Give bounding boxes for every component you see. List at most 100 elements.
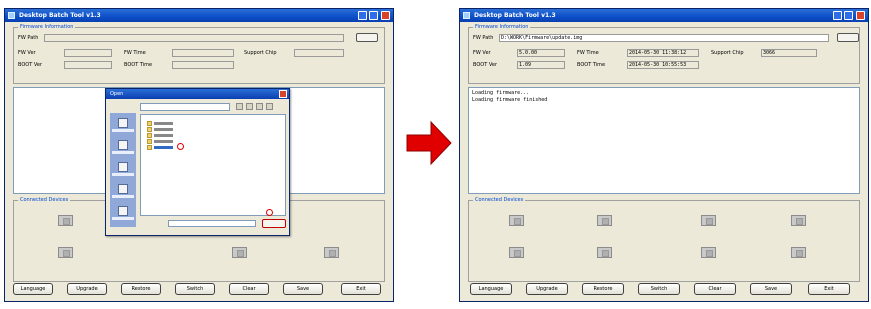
list-item[interactable] (147, 127, 173, 132)
connected-devices-label: Connected Devices (18, 197, 71, 203)
documents-icon (118, 162, 128, 172)
device-slot (701, 215, 716, 226)
save-button[interactable]: Save (283, 283, 323, 295)
folder-icon (147, 121, 152, 126)
device-slot (791, 247, 806, 258)
file-list (140, 114, 286, 216)
left-command-buttons: Language Upgrade Restore Switch Clear Sa… (11, 283, 387, 295)
right-app-window: Desktop Batch Tool v1.3 Firmware Informa… (459, 8, 869, 302)
fw-ver-field (64, 49, 112, 57)
boot-ver-field (64, 61, 112, 69)
new-folder-icon[interactable] (256, 103, 263, 110)
device-slot (324, 247, 339, 258)
fw-path-field: D:\WORK\Firmware\update.img (499, 34, 829, 42)
upgrade-button[interactable]: Upgrade (526, 283, 568, 295)
left-app-window: Desktop Batch Tool v1.3 Firmware Informa… (4, 8, 394, 302)
device-slot (597, 247, 612, 258)
upgrade-button[interactable]: Upgrade (67, 283, 107, 295)
right-title-bar: Desktop Batch Tool v1.3 (460, 9, 868, 22)
fw-time-label: FW Time (124, 50, 146, 56)
left-window-title: Desktop Batch Tool v1.3 (19, 12, 101, 19)
language-button[interactable]: Language (13, 283, 53, 295)
folder-icon (147, 127, 152, 132)
maximize-icon[interactable] (369, 11, 378, 20)
maximize-icon[interactable] (844, 11, 853, 20)
exit-button[interactable]: Exit (341, 283, 381, 295)
look-in-dropdown[interactable] (140, 103, 230, 111)
open-button[interactable] (262, 219, 286, 228)
app-icon (463, 12, 470, 19)
log-line: Loading firmware finished (472, 97, 548, 103)
place-network[interactable] (112, 205, 134, 225)
support-chip-label: Support Chip (244, 50, 277, 56)
fw-path-label: FW Path (473, 35, 494, 41)
desktop-icon (118, 140, 128, 150)
minimize-icon[interactable] (833, 11, 842, 20)
red-arrow-icon (406, 120, 452, 166)
list-item-selected[interactable] (147, 145, 173, 150)
device-slot (509, 215, 524, 226)
switch-button[interactable]: Switch (638, 283, 680, 295)
switch-button[interactable]: Switch (175, 283, 215, 295)
fw-time-field: 2014-05-30 11:38:12 (627, 49, 699, 57)
fw-time-label: FW Time (577, 50, 599, 56)
close-icon[interactable] (381, 11, 390, 20)
dialog-title: Open (110, 91, 124, 97)
place-recent[interactable] (112, 117, 134, 137)
boot-time-field (172, 61, 234, 69)
computer-icon (118, 184, 128, 194)
firmware-info-group: Firmware Information FW Path FW Ver FW T… (13, 24, 385, 84)
boot-time-field: 2014-05-30 10:55:53 (627, 61, 699, 69)
restore-button[interactable]: Restore (582, 283, 624, 295)
list-item[interactable] (147, 121, 173, 126)
right-log-area: Loading firmware... Loading firmware fin… (468, 87, 860, 194)
clear-button[interactable]: Clear (229, 283, 269, 295)
device-slot (509, 247, 524, 258)
list-item[interactable] (147, 133, 173, 138)
file-icon (147, 139, 152, 144)
up-folder-icon[interactable] (246, 103, 253, 110)
boot-ver-label: BOOT Ver (473, 62, 498, 68)
save-button[interactable]: Save (750, 283, 792, 295)
dialog-title-bar: Open (106, 89, 289, 99)
place-desktop[interactable] (112, 139, 134, 159)
place-documents[interactable] (112, 161, 134, 181)
device-slot (701, 247, 716, 258)
network-icon (118, 206, 128, 216)
browse-button[interactable] (837, 33, 859, 42)
minimize-icon[interactable] (358, 11, 367, 20)
right-command-buttons: Language Upgrade Restore Switch Clear Sa… (466, 283, 862, 295)
back-icon[interactable] (236, 103, 243, 110)
firmware-info-label: Firmware Information (18, 24, 76, 30)
step-marker-2 (266, 209, 273, 216)
exit-button[interactable]: Exit (808, 283, 850, 295)
left-title-bar: Desktop Batch Tool v1.3 (5, 9, 393, 22)
close-icon[interactable] (856, 11, 865, 20)
app-icon (8, 12, 15, 19)
device-slot (58, 247, 73, 258)
support-chip-field (294, 49, 344, 57)
list-item[interactable] (147, 139, 173, 144)
support-chip-label: Support Chip (711, 50, 744, 56)
restore-button[interactable]: Restore (121, 283, 161, 295)
browse-button[interactable] (356, 33, 378, 42)
view-menu-icon[interactable] (266, 103, 273, 110)
fw-path-field (44, 34, 344, 42)
open-file-dialog: Open (105, 88, 290, 236)
firmware-info-group: Firmware Information FW Path D:\WORK\Fir… (468, 24, 860, 84)
support-chip-field: 3066 (761, 49, 817, 57)
place-computer[interactable] (112, 183, 134, 203)
fw-ver-label: FW Ver (473, 50, 491, 56)
device-slot (597, 215, 612, 226)
firmware-info-label: Firmware Information (473, 24, 531, 30)
connected-devices-group: Connected Devices (468, 197, 860, 282)
step-marker-1 (177, 143, 184, 150)
dialog-close-icon[interactable] (279, 90, 287, 98)
places-bar (110, 113, 136, 227)
clear-button[interactable]: Clear (694, 283, 736, 295)
language-button[interactable]: Language (470, 283, 512, 295)
folder-icon (147, 133, 152, 138)
file-name-input[interactable] (168, 220, 256, 227)
right-window-title: Desktop Batch Tool v1.3 (474, 12, 556, 19)
log-line: Loading firmware... (472, 90, 530, 96)
